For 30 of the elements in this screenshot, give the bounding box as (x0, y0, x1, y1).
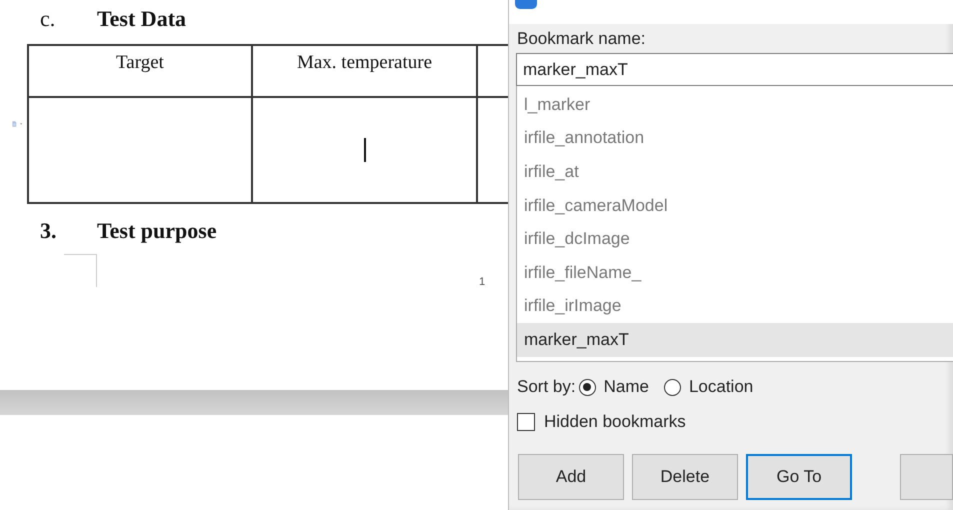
margin-corner-mark (64, 254, 97, 287)
heading-title: Test Data (97, 6, 186, 32)
section-title: Test purpose (97, 218, 217, 244)
radio-label[interactable]: Location (688, 377, 754, 397)
bookmark-item[interactable]: irfile_dcImage (517, 222, 953, 256)
bookmark-item[interactable]: irfile_at (517, 155, 953, 189)
bookmark-name-label: Bookmark name: (516, 28, 646, 50)
dialog-button[interactable]: Delete (632, 454, 738, 500)
dialog-button[interactable]: Add (518, 454, 624, 500)
bookmark-item[interactable]: irfile_fileName_ (517, 256, 953, 290)
bookmark-item[interactable]: l_marker (517, 88, 953, 122)
page-number: 1 (479, 276, 486, 288)
text-cursor (364, 138, 366, 162)
checkbox[interactable] (517, 413, 535, 431)
sort-by-label: Sort by: (517, 377, 576, 397)
bookmark-item[interactable]: irfile_cameraModel (517, 188, 953, 222)
section-number: 3. (40, 218, 58, 244)
column-header: Target (29, 46, 253, 96)
heading-number: c. (40, 6, 56, 32)
radio-button[interactable] (664, 378, 681, 396)
bookmark-item[interactable]: irfile_irImage (517, 290, 953, 324)
column-header: Max. temperature (253, 46, 478, 96)
radio-button[interactable] (578, 378, 596, 396)
bookmark-item[interactable]: irfile_annotation (517, 122, 953, 156)
bookmark-name-field[interactable]: marker_maxT (516, 53, 953, 86)
radio-label[interactable]: Name (604, 377, 649, 397)
app-icon (515, 0, 537, 9)
bookmark-item[interactable]: marker_maxT (517, 323, 953, 357)
checkbox-label[interactable]: Hidden bookmarks (544, 412, 686, 432)
dialog-button[interactable]: Go To (746, 454, 852, 500)
